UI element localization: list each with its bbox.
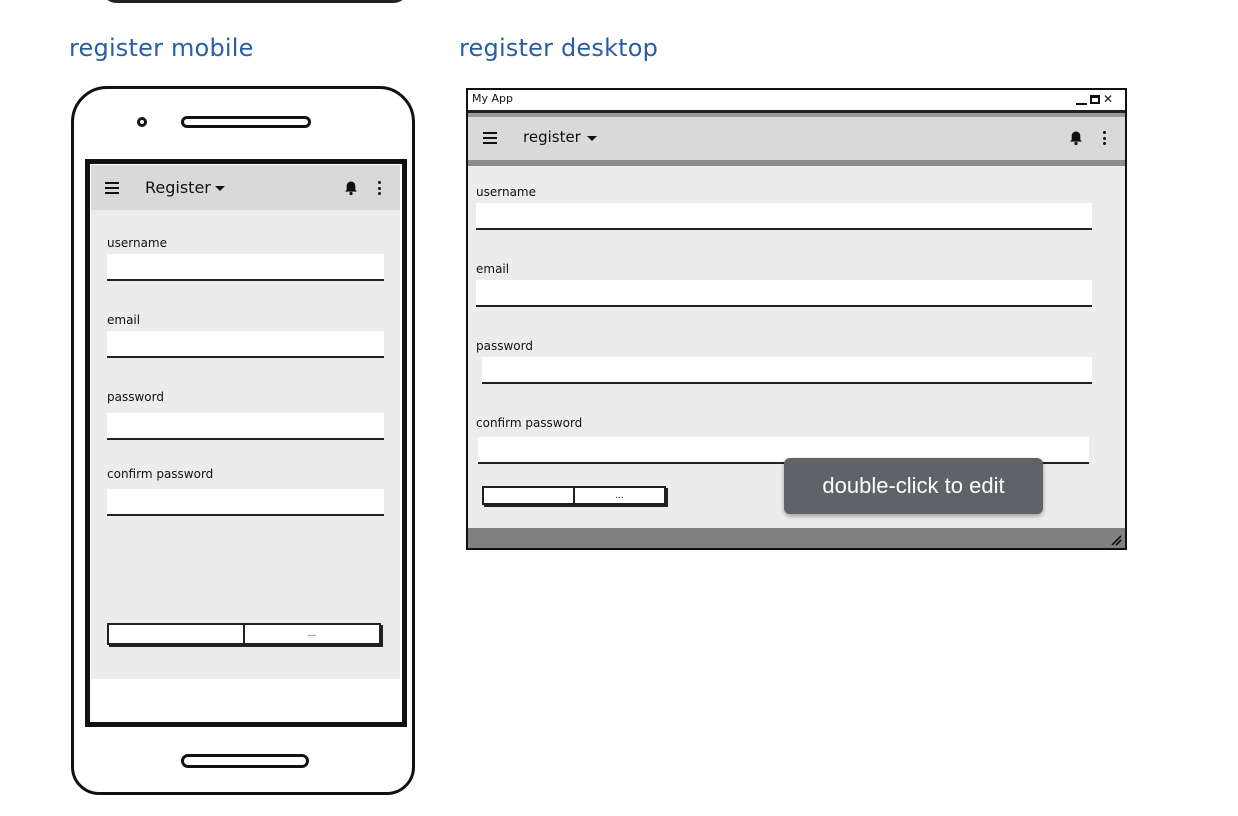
mobile-primary-button[interactable] — [109, 625, 243, 643]
desktop-confirm-password-label: confirm password — [476, 416, 583, 430]
kebab-icon[interactable] — [378, 181, 382, 195]
hamburger-icon[interactable] — [483, 132, 497, 144]
desktop-username-input[interactable] — [476, 203, 1092, 230]
desktop-status-bar — [468, 528, 1125, 548]
desktop-email-input[interactable] — [476, 280, 1092, 307]
mobile-password-input[interactable] — [107, 413, 384, 440]
phone-home-button[interactable] — [181, 754, 309, 768]
mobile-button-bar: ... — [107, 623, 381, 645]
minimize-icon[interactable] — [1076, 102, 1087, 105]
desktop-password-input[interactable] — [482, 357, 1092, 384]
desktop-toolbar-title[interactable]: register — [523, 128, 581, 146]
phone-speaker — [181, 116, 311, 128]
desktop-username-label: username — [476, 185, 536, 199]
hamburger-icon[interactable] — [105, 182, 119, 194]
mobile-username-label: username — [107, 236, 167, 250]
resize-grip-icon[interactable] — [1110, 534, 1122, 546]
caret-down-icon[interactable] — [215, 186, 225, 191]
cropped-shape-fragment — [100, 0, 410, 3]
desktop-section-title: register desktop — [459, 34, 659, 62]
desktop-email-label: email — [476, 262, 510, 276]
mobile-more-button[interactable]: ... — [243, 625, 379, 643]
mobile-section-title: register mobile — [69, 34, 254, 62]
mobile-toolbar-title[interactable]: Register — [145, 178, 211, 197]
mobile-confirm-password-input[interactable] — [107, 489, 384, 516]
window-controls: ✕ — [1076, 92, 1122, 106]
desktop-more-button[interactable]: ... — [573, 488, 664, 503]
mobile-email-label: email — [107, 313, 141, 327]
mobile-password-label: password — [107, 390, 164, 404]
caret-down-icon[interactable] — [587, 136, 597, 141]
bell-icon[interactable] — [1068, 130, 1084, 146]
kebab-icon[interactable] — [1103, 131, 1107, 145]
desktop-password-label: password — [476, 339, 533, 353]
window-title: My App — [472, 92, 513, 105]
desktop-button-bar: ... — [482, 486, 666, 505]
edit-hint-tooltip: double-click to edit — [784, 458, 1043, 514]
mobile-confirm-password-label: confirm password — [107, 467, 214, 481]
maximize-icon[interactable] — [1090, 94, 1100, 104]
close-icon[interactable]: ✕ — [1103, 93, 1113, 105]
desktop-primary-button[interactable] — [484, 488, 573, 503]
mobile-email-input[interactable] — [107, 331, 384, 358]
mobile-username-input[interactable] — [107, 254, 384, 281]
phone-camera — [137, 117, 147, 127]
bell-icon[interactable] — [343, 180, 359, 196]
